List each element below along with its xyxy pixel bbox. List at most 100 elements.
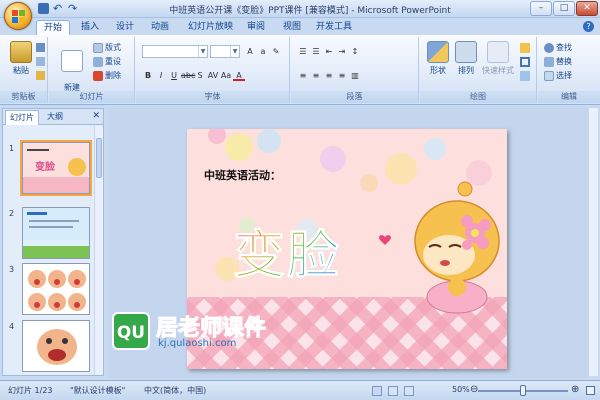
change-case-icon[interactable]: Aa <box>220 70 232 81</box>
tab-slides[interactable]: 幻灯片 <box>5 110 39 125</box>
align-left-icon[interactable]: ≡ <box>297 70 309 81</box>
find-label: 查找 <box>556 43 572 52</box>
justify-icon[interactable]: ≡ <box>336 70 348 81</box>
bullets-icon[interactable]: ☰ <box>297 46 309 57</box>
layout-icon <box>93 42 103 53</box>
tab-developer[interactable]: 开发工具 <box>309 20 359 35</box>
language-status: 中文(简体，中国) <box>144 386 207 395</box>
format-painter-icon[interactable] <box>36 71 45 80</box>
font-name-combo[interactable]: ▼ <box>142 45 208 58</box>
slide-thumbnail[interactable]: 变脸 <box>20 140 92 196</box>
line-spacing-icon[interactable]: ↕ <box>349 46 361 57</box>
select-button[interactable]: 选择 <box>544 70 572 81</box>
shrink-font-icon[interactable]: a <box>257 46 269 57</box>
font-size-combo[interactable]: ▼ <box>210 45 240 58</box>
italic-icon[interactable]: I <box>155 70 167 81</box>
strikethrough-icon[interactable]: abc <box>181 70 195 81</box>
scrollbar-thumb[interactable] <box>96 138 102 178</box>
layout-button[interactable]: 版式 <box>93 42 121 53</box>
quick-styles-button[interactable]: 快速样式 <box>480 41 516 76</box>
font-size-buttons: Aa ✎ <box>244 46 282 57</box>
help-icon[interactable]: ? <box>583 21 594 32</box>
clipboard-group-label: 剪贴板 <box>0 91 47 103</box>
shape-outline-icon[interactable] <box>520 57 530 67</box>
slideshow-view-icon[interactable] <box>404 386 414 396</box>
grow-font-icon[interactable]: A <box>244 46 256 57</box>
shadow-icon[interactable]: S <box>194 70 206 81</box>
replace-icon <box>544 56 554 67</box>
tab-design[interactable]: 设计 <box>109 20 141 35</box>
decrease-indent-icon[interactable]: ⇤ <box>323 46 335 57</box>
shape-fill-icon[interactable] <box>520 43 530 53</box>
align-right-icon[interactable]: ≡ <box>323 70 335 81</box>
close-icon[interactable]: ✕ <box>92 111 100 121</box>
chevron-down-icon: ▼ <box>198 46 207 57</box>
char-spacing-icon[interactable]: AV <box>207 70 219 81</box>
increase-indent-icon[interactable]: ⇥ <box>336 46 348 57</box>
delete-label: 删除 <box>105 71 121 80</box>
minimize-button[interactable]: – <box>530 1 552 16</box>
tab-outline[interactable]: 大纲 <box>43 110 67 125</box>
thumbnail-number: 1 <box>9 144 15 153</box>
drawing-group-label: 绘图 <box>420 91 536 103</box>
pane-scrollbar[interactable] <box>94 126 103 375</box>
svg-text:变脸: 变脸 <box>35 160 56 173</box>
zoom-slider-knob[interactable] <box>520 385 526 396</box>
slide-thumbnail[interactable] <box>22 320 90 372</box>
tab-view[interactable]: 视图 <box>276 20 308 35</box>
reset-button[interactable]: 重设 <box>93 56 121 67</box>
list-buttons: ☰ ☰ ⇤ ⇥ ↕ <box>297 46 361 57</box>
fit-window-icon[interactable] <box>586 386 595 395</box>
chevron-down-icon: ▼ <box>230 46 239 57</box>
find-button[interactable]: 查找 <box>544 42 572 53</box>
cut-icon[interactable] <box>36 43 45 52</box>
tab-slideshow[interactable]: 幻灯片放映 <box>181 20 240 35</box>
undo-icon[interactable]: ↶ <box>53 3 64 14</box>
thumbnail-preview <box>23 208 89 258</box>
save-icon[interactable] <box>38 3 49 14</box>
font-color-icon[interactable]: A <box>233 70 245 81</box>
ribbon: 粘贴 剪贴板 新建 幻灯片 版式 重设 删除 幻灯片 ▼ ▼ Aa✎ B I U… <box>0 35 600 105</box>
clear-format-icon[interactable]: ✎ <box>270 46 282 57</box>
bold-icon[interactable]: B <box>142 70 154 81</box>
numbering-icon[interactable]: ☰ <box>310 46 322 57</box>
maximize-button[interactable]: □ <box>553 1 575 16</box>
main-scrollbar[interactable] <box>588 108 598 376</box>
normal-view-icon[interactable] <box>372 386 382 396</box>
tab-animation[interactable]: 动画 <box>144 20 176 35</box>
slides-group-label: 幻灯片 <box>49 91 134 103</box>
select-label: 选择 <box>556 71 572 80</box>
paste-icon <box>10 41 32 63</box>
underline-icon[interactable]: U <box>168 70 180 81</box>
close-button[interactable]: ✕ <box>576 1 598 16</box>
replace-button[interactable]: 替换 <box>544 56 572 67</box>
reset-label: 重设 <box>105 57 121 66</box>
slide-thumbnail[interactable] <box>22 263 90 315</box>
replace-label: 替换 <box>556 57 572 66</box>
cartoon-character-illustration <box>414 181 500 314</box>
redo-icon[interactable]: ↷ <box>68 3 79 14</box>
align-center-icon[interactable]: ≡ <box>310 70 322 81</box>
shape-label: 形状 <box>430 66 446 75</box>
tab-review[interactable]: 审阅 <box>240 20 272 35</box>
editing-group-label: 编辑 <box>538 91 600 103</box>
zoom-in-icon[interactable]: ⊕ <box>571 384 579 395</box>
thumbnail-number: 3 <box>9 265 15 274</box>
shape-button[interactable]: 形状 <box>424 41 452 76</box>
tab-insert[interactable]: 插入 <box>74 20 106 35</box>
shape-effects-icon[interactable] <box>520 71 530 81</box>
arrange-button[interactable]: 排列 <box>452 41 480 76</box>
slide-thumbnail[interactable] <box>22 207 90 259</box>
delete-button[interactable]: 删除 <box>93 70 121 81</box>
thumbnail-preview <box>37 329 77 365</box>
editing-group: 查找 替换 选择 编辑 <box>538 37 600 103</box>
thumbnail-number: 2 <box>9 209 15 218</box>
paste-button[interactable]: 粘贴 <box>6 41 36 76</box>
sorter-view-icon[interactable] <box>388 386 398 396</box>
columns-icon[interactable]: ▥ <box>349 70 361 81</box>
copy-icon[interactable] <box>36 57 45 66</box>
tab-home[interactable]: 开始 <box>36 20 71 35</box>
office-button[interactable] <box>4 2 32 30</box>
window-controls: – □ ✕ <box>530 1 598 16</box>
slide-workspace: 中班英语活动： 变脸 QU 居老师课件 kj.qulaoshi.com <box>108 108 588 378</box>
